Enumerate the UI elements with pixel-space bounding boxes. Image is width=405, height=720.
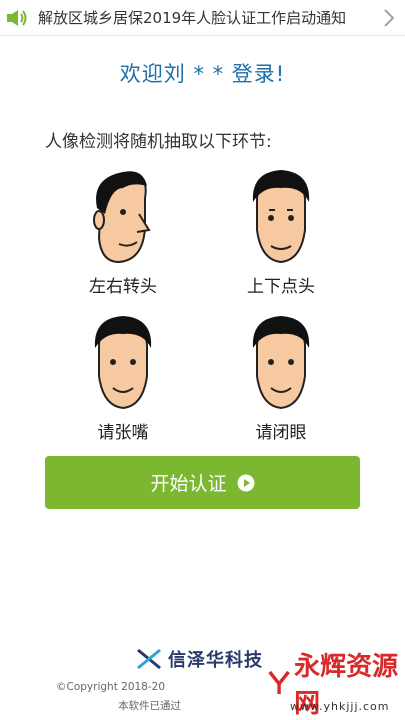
open-mouth-face-icon <box>94 316 152 410</box>
close-eyes-face-icon <box>252 316 310 410</box>
company-name: 信泽华科技 <box>168 650 263 671</box>
notice-bar[interactable]: 解放区城乡居保2019年人脸认证工作启动通知 <box>0 0 405 36</box>
action-label: 左右转头 <box>89 277 157 297</box>
watermark-url: www.yhkjjj.com <box>290 700 390 713</box>
play-circle-icon <box>237 474 254 491</box>
chevron-right-icon[interactable] <box>383 8 395 28</box>
action-close-eyes: 请闭眼 <box>206 314 356 443</box>
action-open-mouth: 请张嘴 <box>48 314 198 443</box>
intro-text: 人像检测将随机抽取以下环节: <box>45 132 272 152</box>
action-label: 请张嘴 <box>97 423 149 443</box>
certification-text: 本软件已通过 <box>118 700 181 712</box>
action-nod-head: 上下点头 <box>206 168 356 297</box>
watermark-icon <box>268 670 290 695</box>
start-button-label: 开始认证 <box>150 473 227 495</box>
copyright-text: ©Copyright 2018-20 <box>56 681 166 693</box>
action-label: 上下点头 <box>247 277 315 297</box>
start-verification-button[interactable]: 开始认证 <box>45 456 360 509</box>
action-turn-head: 左右转头 <box>48 168 198 297</box>
notice-text: 解放区城乡居保2019年人脸认证工作启动通知 <box>38 9 347 27</box>
xinzehua-logo-icon <box>137 648 161 670</box>
turn-head-face-icon <box>93 171 151 264</box>
welcome-title: 欢迎刘 * * 登录! <box>119 62 286 86</box>
company-logo: 信泽华科技 <box>136 644 263 674</box>
action-label: 请闭眼 <box>255 423 307 443</box>
nod-head-face-icon <box>252 170 310 264</box>
speaker-icon <box>7 10 27 26</box>
